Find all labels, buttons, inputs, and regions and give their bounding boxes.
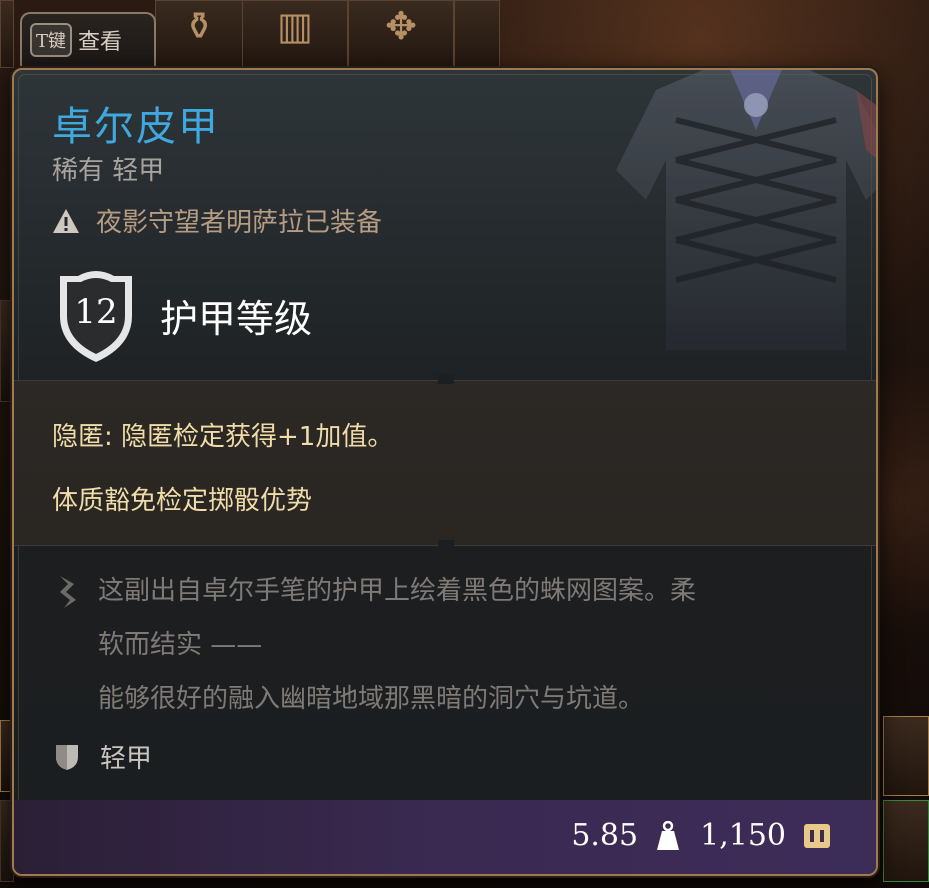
- equipped-note-text: 夜影守望者明萨拉已装备: [96, 208, 383, 238]
- inventory-slot[interactable]: ▥: [242, 0, 348, 68]
- item-footer: 5.85 1,150: [14, 800, 876, 874]
- flavor-text: 这副出自卓尔手笔的护甲上绘着黑色的蛛网图案。柔 软而结实 —— 能够很好的融入幽…: [52, 574, 852, 726]
- equipped-note: 夜影守望者明萨拉已装备: [52, 202, 382, 239]
- armor-type-label: 轻甲: [100, 744, 153, 774]
- item-name: 卓尔皮甲: [52, 104, 220, 150]
- warning-icon: [53, 208, 79, 233]
- boots-icon: ✥: [385, 4, 417, 48]
- effects-section: [14, 380, 876, 546]
- effect-constitution-save: 体质豁免检定掷骰优势: [52, 486, 313, 516]
- inventory-slot[interactable]: [454, 0, 500, 68]
- keybind-hint[interactable]: T键 查看: [20, 12, 156, 66]
- inventory-slot[interactable]: [883, 716, 929, 796]
- flavor-line: 能够很好的融入幽暗地域那黑暗的洞穴与坑道。: [98, 684, 645, 714]
- inventory-slot[interactable]: ✥: [348, 0, 454, 68]
- inventory-slot[interactable]: ⚱: [155, 0, 243, 68]
- light-armor-icon: [56, 744, 78, 770]
- item-rarity-type: 稀有 轻甲: [52, 156, 165, 186]
- keybind-key: T键: [30, 23, 73, 57]
- armor-class-row: 12 护甲等级: [54, 266, 312, 364]
- quill-icon: [60, 576, 76, 608]
- armor-type-row: 轻甲: [54, 738, 152, 775]
- armor-class-label: 护甲等级: [160, 296, 313, 341]
- flavor-line: 这副出自卓尔手笔的护甲上绘着黑色的蛛网图案。柔: [98, 576, 697, 606]
- weight-value: 5.85: [571, 818, 639, 853]
- quiver-icon: ▥: [277, 4, 313, 48]
- weight-icon: [657, 820, 680, 850]
- item-icon: ⚱: [183, 4, 215, 48]
- effect-stealth: 隐匿: 隐匿检定获得+1加值。: [52, 422, 394, 452]
- armor-illustration-icon: [616, 70, 876, 350]
- gold-coin-icon: [804, 823, 830, 848]
- price-value: 1,150: [700, 818, 786, 853]
- item-tooltip: 卓尔皮甲 稀有 轻甲 夜影守望者明萨拉已装备 12 护甲等级 隐匿: 隐匿检定获…: [12, 68, 878, 876]
- keybind-label: 查看: [78, 30, 123, 55]
- divider-notch: [438, 540, 454, 550]
- shield-icon: 12: [54, 266, 138, 364]
- inventory-slot[interactable]: [883, 800, 929, 882]
- armor-class-value: 12: [74, 292, 118, 332]
- flavor-line: 软而结实 ——: [98, 630, 263, 660]
- divider-notch: [438, 374, 454, 384]
- inventory-slot[interactable]: [0, 0, 14, 68]
